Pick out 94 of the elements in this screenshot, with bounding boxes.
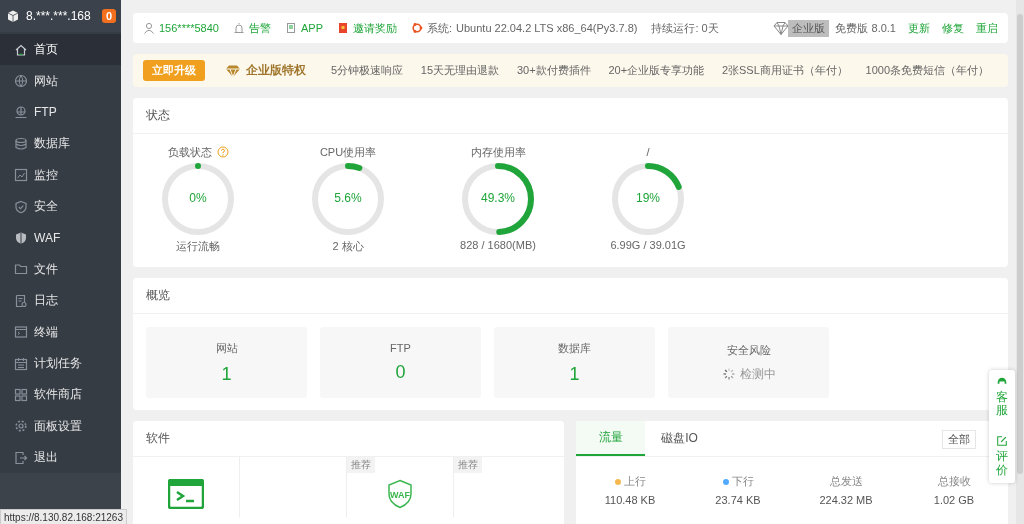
overview-value: 1 [569, 363, 580, 385]
settings-icon [14, 419, 28, 434]
shield-icon [14, 231, 28, 246]
gauge-value: 0% [188, 191, 208, 205]
stat-value: 1.02 GB [933, 494, 975, 506]
stat-label: 上行 [623, 474, 646, 489]
system-info: Ubuntu 22.04.2 LTS x86_64(Py3.7.8) [456, 22, 638, 34]
overview-label: 网站 [215, 340, 238, 356]
diamond-icon [772, 20, 791, 36]
server-address: 8.***.***.168 [26, 9, 92, 23]
gauge-title: 内存使用率 [470, 144, 526, 160]
overview-value: 0 [395, 362, 406, 383]
user-icon [143, 22, 155, 34]
sidebar-item[interactable]: 网站 [0, 65, 121, 97]
system-label: 系统: [426, 20, 453, 36]
shield-icon [14, 199, 28, 214]
edition-tag: 企业版 [788, 19, 830, 37]
tab[interactable]: 磁盘IO [645, 421, 714, 456]
sidebar-item[interactable]: 软件商店 [0, 379, 121, 411]
scrollbar[interactable] [1016, 0, 1024, 524]
sidebar-item[interactable]: 安全 [0, 190, 121, 223]
grid-icon [14, 388, 28, 402]
stat-value: 110.48 KB [604, 494, 656, 506]
stat-value: 23.74 KB [715, 494, 761, 506]
gauge-title: 负载状态 [167, 144, 212, 160]
stat-label: 下行 [731, 474, 754, 489]
cube-icon [6, 9, 20, 23]
stat-value: 224.32 MB [819, 494, 873, 506]
gauge-value: 5.6% [333, 191, 363, 205]
overview-label: 数据库 [558, 340, 591, 356]
sidebar-item[interactable]: 终端 [0, 316, 121, 348]
gauge-value: 49.3% [480, 191, 516, 205]
sidebar-item[interactable]: 数据库 [0, 128, 121, 160]
sidebar-item[interactable]: FTP [0, 96, 121, 129]
stat-label: 总发送 [829, 474, 863, 489]
gauge-value: 19% [635, 191, 661, 205]
card-title: 状态 [133, 98, 1008, 134]
recommend-tag: 推荐 [347, 457, 375, 473]
edit-icon [996, 435, 1008, 448]
sidebar-item[interactable]: 退出 [0, 442, 121, 474]
version-text: 免费版 8.0.1 [835, 20, 896, 36]
ring-logo-icon [410, 22, 423, 34]
feature-text: 1000条免费短信（年付） [865, 63, 990, 78]
gift-icon [336, 22, 349, 34]
diamond-icon [225, 63, 241, 78]
feature-text: 2张SSL商用证书（年付） [721, 63, 848, 78]
gauge-detail: 828 / 1680(MB) [460, 239, 536, 251]
gauge-detail: 2 核心 [332, 239, 364, 254]
stat-label: 总接收 [937, 474, 971, 489]
sidebar-item[interactable]: 首页 [0, 34, 121, 66]
sidebar-item[interactable]: 监控 [0, 159, 121, 191]
overview-tile[interactable]: 数据库 1 [494, 327, 655, 398]
gauge-title: CPU使用率 [319, 144, 377, 160]
terminal-icon [168, 479, 204, 509]
card-title: 概览 [133, 278, 1008, 314]
overview-tile[interactable]: 安全风险 检测中 [668, 327, 829, 398]
globe-icon [14, 74, 28, 89]
document-icon [14, 293, 28, 308]
uptime-text: 持续运行: 0天 [651, 20, 719, 36]
overview-tile[interactable]: FTP 0 [320, 327, 481, 398]
overview-label: FTP [390, 342, 411, 354]
gauge-title: / [646, 146, 650, 158]
sidebar-item[interactable]: 计划任务 [0, 347, 121, 380]
feature-text: 5分钟极速响应 [330, 63, 404, 78]
recommend-tag: 推荐 [454, 457, 482, 473]
link-url-tooltip: https://8.130.82.168:21263 [0, 509, 127, 524]
sidebar-item[interactable]: 文件 [0, 253, 121, 286]
phone-icon [284, 22, 297, 34]
gauge-detail: 6.99G / 39.01G [610, 239, 686, 251]
overview-value: 检测中 [739, 365, 776, 383]
overview-tile[interactable]: 网站 1 [146, 327, 307, 398]
folder-icon [14, 262, 28, 277]
terminal-icon [14, 325, 28, 340]
range-select[interactable]: 全部 [942, 430, 976, 449]
gauge-detail: 运行流畅 [176, 239, 220, 254]
chart-icon [14, 168, 28, 183]
overview-value: 1 [221, 363, 232, 385]
calendar-icon [14, 356, 28, 371]
sidebar-item[interactable]: WAF [0, 222, 121, 254]
home-icon [14, 42, 28, 57]
feature-text: 20+企业版专享功能 [608, 63, 705, 78]
exit-icon [14, 450, 28, 465]
feature-text: 15天无理由退款 [420, 63, 500, 78]
promo-title: 企业版特权 [246, 62, 306, 79]
database-icon [14, 136, 28, 151]
alarm-icon [232, 22, 245, 34]
overview-label: 安全风险 [726, 342, 771, 358]
spinner-icon [721, 367, 736, 381]
feature-text: 30+款付费插件 [516, 63, 591, 78]
waf-shield-icon: WAF [387, 479, 413, 509]
sidebar-item[interactable]: 面板设置 [0, 410, 121, 443]
network-icon [14, 105, 28, 120]
sidebar-item[interactable]: 日志 [0, 285, 121, 317]
help-icon [216, 146, 229, 158]
